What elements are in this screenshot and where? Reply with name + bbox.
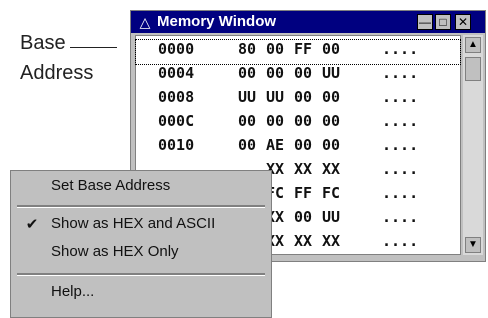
menu-separator bbox=[17, 273, 265, 276]
memory-ascii: .... bbox=[382, 112, 419, 130]
maximize-button[interactable]: □ bbox=[435, 14, 451, 30]
memory-byte: AE bbox=[266, 136, 285, 154]
menu-item-show-hex-ascii[interactable]: ✔ Show as HEX and ASCII bbox=[11, 215, 271, 239]
memory-byte: 00 bbox=[266, 112, 285, 130]
callout-line bbox=[70, 47, 117, 48]
title-bar[interactable]: △ Memory Window — □ ✕ bbox=[131, 11, 485, 33]
memory-byte: FF bbox=[294, 40, 313, 58]
window-title: Memory Window bbox=[157, 13, 277, 30]
menu-item-label: Help... bbox=[51, 283, 95, 300]
memory-byte: 00 bbox=[266, 40, 285, 58]
menu-item-label: Show as HEX Only bbox=[51, 243, 179, 260]
memory-ascii: .... bbox=[382, 232, 419, 250]
scroll-down-button[interactable]: ▼ bbox=[465, 237, 481, 253]
memory-address: 0000 bbox=[158, 40, 195, 58]
memory-byte: 00 bbox=[322, 136, 341, 154]
memory-address: 000C bbox=[158, 112, 195, 130]
memory-byte: 00 bbox=[238, 112, 257, 130]
memory-byte: XX bbox=[294, 232, 313, 250]
callout-label-base: Base bbox=[20, 32, 66, 54]
minimize-button[interactable]: — bbox=[417, 14, 433, 30]
memory-byte: 00 bbox=[294, 88, 313, 106]
memory-byte: XX bbox=[294, 160, 313, 178]
context-menu: Set Base Address ✔ Show as HEX and ASCII… bbox=[10, 170, 272, 318]
memory-ascii: .... bbox=[382, 40, 419, 58]
memory-byte: 00 bbox=[322, 88, 341, 106]
memory-byte: XX bbox=[322, 232, 341, 250]
menu-item-label: Set Base Address bbox=[51, 177, 171, 194]
memory-ascii: .... bbox=[382, 160, 419, 178]
memory-ascii: .... bbox=[382, 88, 419, 106]
memory-byte: UU bbox=[238, 88, 257, 106]
memory-row[interactable]: 000C 00 00 00 00.... bbox=[136, 112, 460, 136]
menu-item-show-hex-only[interactable]: Show as HEX Only bbox=[11, 243, 271, 267]
memory-address: 0008 bbox=[158, 88, 195, 106]
memory-ascii: .... bbox=[382, 136, 419, 154]
memory-byte: XX bbox=[322, 160, 341, 178]
memory-byte: 00 bbox=[322, 40, 341, 58]
memory-ascii: .... bbox=[382, 208, 419, 226]
memory-row[interactable]: 0010 00 AE 00 00.... bbox=[136, 136, 460, 160]
vertical-scrollbar[interactable]: ▲ ▼ bbox=[463, 35, 483, 255]
memory-row[interactable]: 0004 00 00 00 UU.... bbox=[136, 64, 460, 88]
close-button[interactable]: ✕ bbox=[455, 14, 471, 30]
memory-address: 0004 bbox=[158, 64, 195, 82]
memory-byte: 00 bbox=[294, 208, 313, 226]
memory-byte: UU bbox=[266, 88, 285, 106]
memory-window-icon: △ bbox=[139, 14, 151, 30]
menu-separator bbox=[17, 205, 265, 208]
memory-byte: 00 bbox=[322, 112, 341, 130]
memory-row[interactable]: 0008 UU UU 00 00.... bbox=[136, 88, 460, 112]
scroll-thumb[interactable] bbox=[465, 57, 481, 81]
callout-label-address: Address bbox=[20, 62, 94, 84]
memory-byte: FC bbox=[322, 184, 341, 202]
memory-byte: 00 bbox=[266, 64, 285, 82]
memory-byte: 00 bbox=[294, 112, 313, 130]
memory-ascii: .... bbox=[382, 64, 419, 82]
memory-byte: 00 bbox=[238, 136, 257, 154]
memory-byte: UU bbox=[322, 208, 341, 226]
memory-byte: FF bbox=[294, 184, 313, 202]
memory-row[interactable]: 0000 80 00 FF 00.... bbox=[135, 39, 461, 65]
memory-ascii: .... bbox=[382, 184, 419, 202]
checkmark-icon: ✔ bbox=[25, 216, 39, 233]
memory-byte: UU bbox=[322, 64, 341, 82]
memory-byte: 00 bbox=[238, 64, 257, 82]
memory-byte: 00 bbox=[294, 64, 313, 82]
memory-byte: 80 bbox=[238, 40, 257, 58]
base-address-callout: Base Address bbox=[0, 32, 118, 92]
menu-item-label: Show as HEX and ASCII bbox=[51, 215, 216, 232]
memory-address: 0010 bbox=[158, 136, 195, 154]
scroll-up-button[interactable]: ▲ bbox=[465, 37, 481, 53]
memory-byte: 00 bbox=[294, 136, 313, 154]
menu-item-set-base-address[interactable]: Set Base Address bbox=[11, 177, 271, 201]
menu-item-help[interactable]: Help... bbox=[11, 283, 271, 307]
